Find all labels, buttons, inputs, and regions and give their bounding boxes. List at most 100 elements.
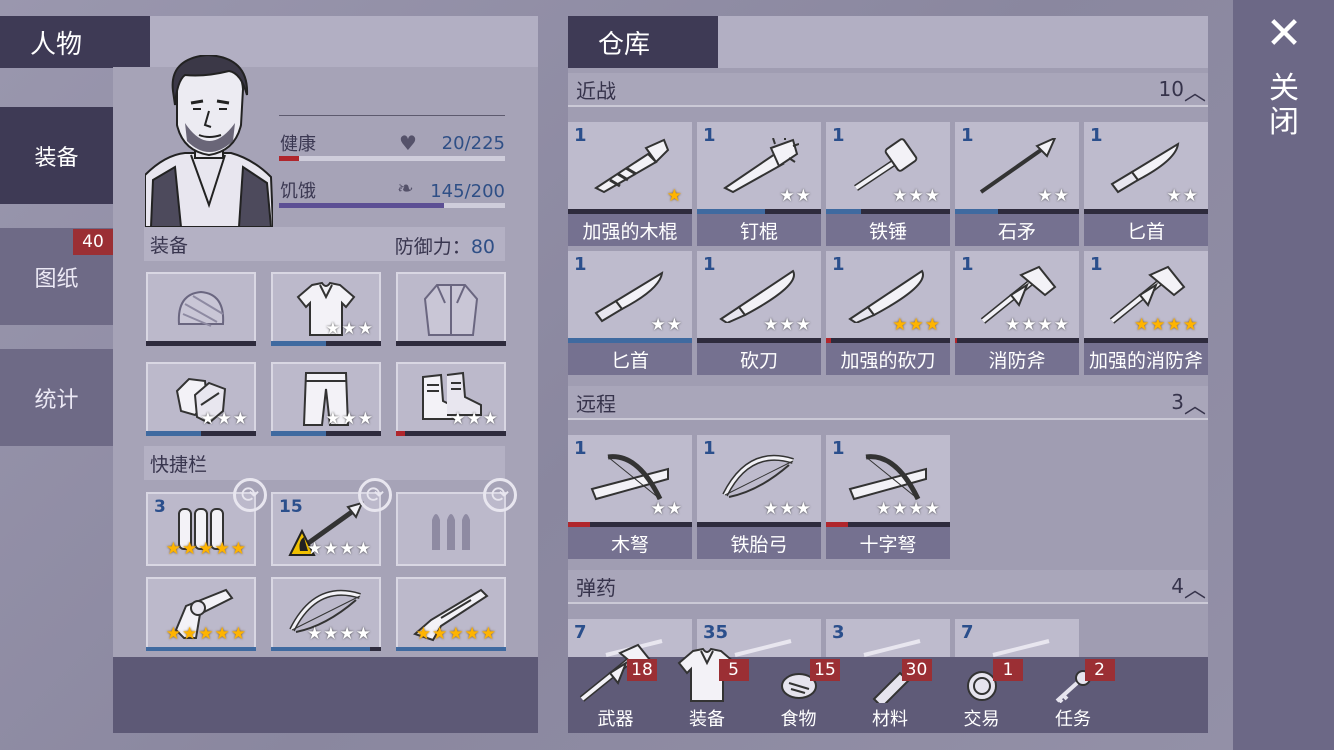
warehouse-item[interactable]: 1 ★ ★ 匕首 [568, 251, 692, 375]
star-icon: ★ [1053, 186, 1069, 206]
durability-bar-fill [396, 647, 506, 651]
warehouse-item[interactable]: 3 [826, 619, 950, 657]
item-art: 1 ★ ★ ★ ★ [826, 435, 950, 522]
warehouse-item[interactable]: 1 ★ ★ 钉棍 [697, 122, 821, 246]
close-label[interactable]: 关闭 [1266, 72, 1302, 140]
character-title-text: 人物 [30, 29, 83, 60]
quickbar-slot[interactable]: ★ ★ ★ ★ ★ [396, 577, 506, 651]
durability-bar [271, 341, 381, 346]
nav-button[interactable]: 5 装备 [662, 647, 753, 733]
warehouse-item[interactable]: 1 ★ ★ 木弩 [568, 435, 692, 559]
star-icon: ★ [307, 539, 323, 559]
warehouse-item[interactable]: 1 ★ ★ ★ ★ 加强的消防斧 [1084, 251, 1208, 375]
category-melee-label: 近战 [576, 78, 616, 103]
close-icon[interactable]: ✕ [1264, 12, 1304, 56]
star-icon: ★ [341, 319, 357, 339]
nav-badge: 30 [901, 659, 932, 681]
heart-icon: ♥ [399, 131, 417, 155]
star-icon: ★ [357, 409, 373, 429]
rating-stars: ★ ★ ★ ★ [876, 501, 940, 518]
chevron-up-icon[interactable]: ︿ [1184, 572, 1208, 604]
quickbar-slot[interactable]: ★ ★ ★ ★ ★ [146, 577, 256, 651]
chevron-up-icon[interactable]: ︿ [1184, 75, 1208, 107]
item-art: 1 ★ ★ ★ [826, 251, 950, 338]
empty-ammo-icon [426, 506, 476, 552]
rating-stars: ★ ★ ★ [450, 411, 498, 428]
warehouse-header-strip [718, 16, 1208, 68]
rating-stars: ★ ★ ★ ★ ★ [416, 626, 496, 643]
nav-label: 交易 [963, 709, 1000, 730]
item-quantity: 1 [1090, 254, 1103, 275]
warehouse-item[interactable]: 1 ★ 加强的木棍 [568, 122, 692, 246]
equipment-slot[interactable] [146, 272, 256, 346]
equipment-slot[interactable]: ★ ★ ★ [271, 362, 381, 436]
swap-icon[interactable]: ⟳ [358, 478, 392, 512]
swap-icon[interactable]: ⟳ [483, 478, 517, 512]
item-art: 1 ★ ★ ★ [826, 122, 950, 209]
item-quantity: 1 [832, 254, 845, 275]
star-icon: ★ [230, 539, 246, 559]
warehouse-item[interactable]: 7 [955, 619, 1079, 657]
item-quantity: 15 [279, 497, 303, 517]
item-quantity: 7 [961, 622, 974, 643]
character-panel-footer [113, 657, 538, 733]
star-icon: ★ [1037, 315, 1053, 335]
warehouse-item[interactable]: 1 ★ ★ ★ 铁锤 [826, 122, 950, 246]
warehouse-panel-title: 仓库 [568, 16, 718, 68]
warehouse-item[interactable]: 1 ★ ★ ★ ★ 十字弩 [826, 435, 950, 559]
durability-bar-fill [271, 341, 326, 346]
rating-stars: ★ ★ [651, 317, 683, 334]
item-art: 1 ★ ★ [1084, 122, 1208, 209]
category-ammo-label: 弹药 [576, 575, 616, 600]
ammo-icon [989, 637, 1059, 657]
warehouse-item[interactable]: 1 ★ ★ ★ 加强的砍刀 [826, 251, 950, 375]
item-quantity: 1 [961, 125, 974, 146]
item-name: 砍刀 [697, 343, 821, 375]
warehouse-item[interactable]: 1 ★ ★ 匕首 [1084, 122, 1208, 246]
nav-button[interactable]: 2 任务 [1028, 657, 1119, 733]
nav-label: 任务 [1055, 709, 1091, 730]
nav-button[interactable]: 15 食物 [753, 657, 844, 733]
star-icon: ★ [323, 539, 339, 559]
item-quantity: 1 [1090, 125, 1103, 146]
quickbar-slot[interactable]: ★ ★ ★ ★ [271, 577, 381, 651]
rating-stars: ★ ★ ★ ★ [307, 541, 371, 558]
category-ranged-header[interactable]: 远程 3 ︿ [568, 386, 1208, 420]
item-art: 1 ★ ★ [568, 251, 692, 338]
equipment-slot[interactable]: ★ ★ ★ [271, 272, 381, 346]
hunger-label: 饥饿 [280, 181, 316, 202]
item-art: 1 ★ ★ ★ [697, 435, 821, 522]
nav-button[interactable]: 30 材料 [845, 657, 936, 733]
nav-button[interactable]: 18 武器 [570, 643, 661, 733]
rating-stars: ★ ★ ★ ★ ★ [166, 541, 246, 558]
equipment-slot[interactable]: ★ ★ ★ [396, 362, 506, 436]
equipment-slot[interactable] [396, 272, 506, 346]
swap-icon[interactable]: ⟳ [233, 478, 267, 512]
warehouse-item[interactable]: 1 ★ ★ ★ 铁胎弓 [697, 435, 821, 559]
item-art: 3 [826, 619, 950, 657]
durability-bar [396, 341, 506, 346]
star-icon: ★ [182, 624, 198, 644]
rating-stars: ★ ★ ★ [763, 317, 811, 334]
item-name: 钉棍 [697, 214, 821, 246]
tab-equipment[interactable]: 装备 [0, 107, 113, 204]
warehouse-item[interactable]: 1 ★ ★ ★ ★ 消防斧 [955, 251, 1079, 375]
warehouse-item[interactable]: 1 ★ ★ ★ 砍刀 [697, 251, 821, 375]
star-icon: ★ [198, 539, 214, 559]
chevron-up-icon[interactable]: ︿ [1184, 388, 1208, 420]
health-bar [279, 156, 505, 161]
star-icon: ★ [230, 624, 246, 644]
equipment-slot[interactable]: ★ ★ ★ [146, 362, 256, 436]
item-quantity: 1 [703, 254, 716, 275]
nav-badge: 2 [1084, 659, 1115, 681]
category-ammo-header[interactable]: 弹药 4 ︿ [568, 570, 1208, 604]
tab-statistics[interactable]: 统计 [0, 349, 113, 446]
star-icon: ★ [1150, 315, 1166, 335]
item-quantity: 3 [154, 497, 166, 517]
item-art: 1 ★ ★ ★ ★ [955, 251, 1079, 338]
nav-button[interactable]: 1 交易 [936, 657, 1027, 733]
category-melee-header[interactable]: 近战 10 ︿ [568, 73, 1208, 107]
star-icon: ★ [216, 409, 232, 429]
warehouse-item[interactable]: 1 ★ ★ 石矛 [955, 122, 1079, 246]
star-icon: ★ [355, 539, 371, 559]
